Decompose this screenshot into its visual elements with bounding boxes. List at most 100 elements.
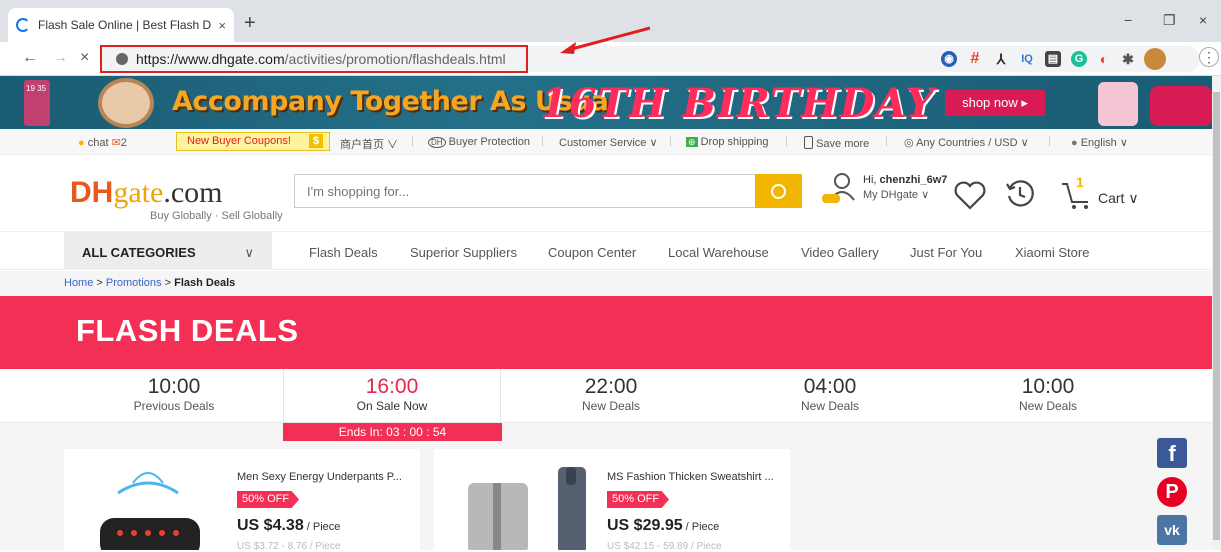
message-icon: ✉ [111,137,121,149]
save-more-link[interactable]: Save more [804,136,869,150]
time-slot-tabs: 10:00 Previous Deals 16:00 On Sale Now 2… [0,369,1212,423]
chat-icon: ● [78,137,85,149]
page-title: FLASH DEALS [76,313,299,348]
cart-link[interactable]: Cart ∨ [1098,190,1139,207]
extension-3-icon[interactable]: ⅄ [993,51,1009,67]
search-input[interactable] [295,175,755,207]
mobile-icon [804,136,813,149]
username: chenzhi_6w7 [879,174,948,186]
slot-next-3[interactable]: 10:00 New Deals [939,369,1157,423]
product-name[interactable]: Men Sexy Energy Underpants P... [237,471,402,483]
product-card[interactable]: Men Sexy Energy Underpants P... 50% OFF … [64,449,420,552]
logo-tagline: Buy Globally · Sell Globally [150,210,283,222]
site-info-icon[interactable] [116,53,128,65]
account-menu[interactable]: Hi, chenzhi_6w7 My DHgate ∨ [820,166,950,212]
scrollbar-thumb[interactable] [1213,92,1220,540]
nav-coupon-center[interactable]: Coupon Center [548,245,636,260]
extension-calculator-icon[interactable]: ▤ [1045,51,1061,67]
forward-button[interactable]: → [52,50,68,66]
my-dhgate-link[interactable]: My DHgate ∨ [863,188,929,201]
merchant-home-link[interactable]: 商户首页 ∨ [340,136,398,152]
slot-next-2[interactable]: 04:00 New Deals [721,369,939,423]
customer-service-link[interactable]: Customer Service ∨ [559,136,658,149]
extensions-puzzle-icon[interactable]: ✱ [1120,51,1136,67]
stop-button[interactable]: × [80,50,89,66]
wishlist-heart-icon[interactable] [953,180,987,210]
new-buyer-coupons-link[interactable]: New Buyer Coupons! $ [176,132,330,151]
annotation-arrow [560,26,651,54]
maximize-button[interactable]: ❐ [1163,12,1176,29]
new-tab-button[interactable]: + [244,13,256,33]
phone-image: 19 35 [24,80,50,126]
product-image[interactable] [448,463,588,550]
flash-deals-hero: FLASH DEALS [0,296,1212,369]
cart-count-badge: 1 [1076,174,1084,190]
price-range: US $42.15 - 59.89 / Piece [607,541,722,552]
country-currency-selector[interactable]: ◎ Any Countries / USD ∨ [904,136,1029,149]
tab-close-button[interactable]: × [218,18,226,33]
nav-flash-deals[interactable]: Flash Deals [309,245,378,260]
nav-video-gallery[interactable]: Video Gallery [801,245,879,260]
slot-label: On Sale Now [356,399,428,413]
product-image[interactable] [78,463,218,550]
discount-badge: 50% OFF [607,491,670,508]
slot-current[interactable]: 16:00 On Sale Now [283,369,501,423]
slot-previous[interactable]: 10:00 Previous Deals [65,369,283,423]
search-icon [771,183,786,199]
browser-tab[interactable]: Flash Sale Online | Best Flash D × [8,8,234,42]
slot-label: New Deals [1018,399,1078,413]
discount-badge: 50% OFF [237,491,300,508]
history-icon[interactable] [1004,178,1036,210]
language-selector[interactable]: ● English ∨ [1071,136,1128,149]
url-host: https://www.dhgate.com [136,51,285,67]
nav-just-for-you[interactable]: Just For You [910,245,982,260]
search-button[interactable] [755,174,802,208]
coupon-dollar-icon: $ [309,134,323,148]
slot-label: New Deals [800,399,860,413]
nav-local-warehouse[interactable]: Local Warehouse [668,245,769,260]
extension-grammarly-icon[interactable]: G [1071,51,1087,67]
breadcrumb: Home > Promotions > Flash Deals [64,277,236,289]
slot-next-1[interactable]: 22:00 New Deals [502,369,720,423]
buyer-protection-link[interactable]: DH Buyer Protection [428,136,530,148]
breadcrumb-current: Flash Deals [174,277,236,289]
promo-banner[interactable]: 19 35 Accompany Together As Usual 16TH B… [0,76,1212,129]
extension-1-icon[interactable]: ◉ [941,51,957,67]
user-icon [822,173,855,203]
extension-iq-icon[interactable]: IQ [1019,51,1035,67]
shop-now-button[interactable]: shop now ▸ [945,90,1045,116]
url-path: /activities/promotion/flashdeals.html [284,51,506,67]
drop-shipping-icon: ⊕ [686,137,698,147]
nav-xiaomi-store[interactable]: Xiaomi Store [1015,245,1089,260]
watch-image [98,78,154,128]
pinterest-share-button[interactable]: P [1157,477,1187,507]
extension-hash-icon[interactable]: # [967,51,983,67]
extension-7-icon[interactable]: ◐ [1096,51,1112,67]
minimize-button[interactable]: − [1124,12,1132,28]
breadcrumb-promotions[interactable]: Promotions [106,277,162,289]
all-categories-menu[interactable]: ALL CATEGORIES ∨ [64,232,272,270]
dhgate-logo[interactable]: DHgate.com [70,176,222,210]
slot-label: Previous Deals [133,399,215,413]
product-name[interactable]: MS Fashion Thicken Sweatshirt ... [607,471,774,483]
search-box [294,174,802,208]
drop-shipping-link[interactable]: ⊕ Drop shipping [686,136,768,148]
address-bar[interactable]: https://www.dhgate.com/activities/promot… [100,45,528,73]
product-card[interactable]: MS Fashion Thicken Sweatshirt ... 50% OF… [434,449,790,552]
banner-birthday: 16TH BIRTHDAY [540,80,936,127]
chevron-down-icon: ∨ [244,245,254,260]
window-close-button[interactable]: × [1199,12,1207,28]
browser-menu-button[interactable]: ⋮ [1199,47,1219,67]
facebook-share-button[interactable]: f [1157,438,1187,468]
breadcrumb-bar: Home > Promotions > Flash Deals [0,271,1212,296]
handbag-image [1150,86,1212,126]
breadcrumb-home[interactable]: Home [64,277,93,289]
chat-link[interactable]: ● chat ✉2 [78,136,127,149]
main-nav: ALL CATEGORIES ∨ Flash Deals Superior Sup… [0,232,1212,270]
slot-time: 04:00 [803,375,857,398]
nav-superior-suppliers[interactable]: Superior Suppliers [410,245,517,260]
vk-share-button[interactable]: vk [1157,515,1187,545]
profile-avatar[interactable] [1144,48,1166,70]
back-button[interactable]: ← [22,50,38,66]
globe-icon: ● [1071,137,1078,149]
